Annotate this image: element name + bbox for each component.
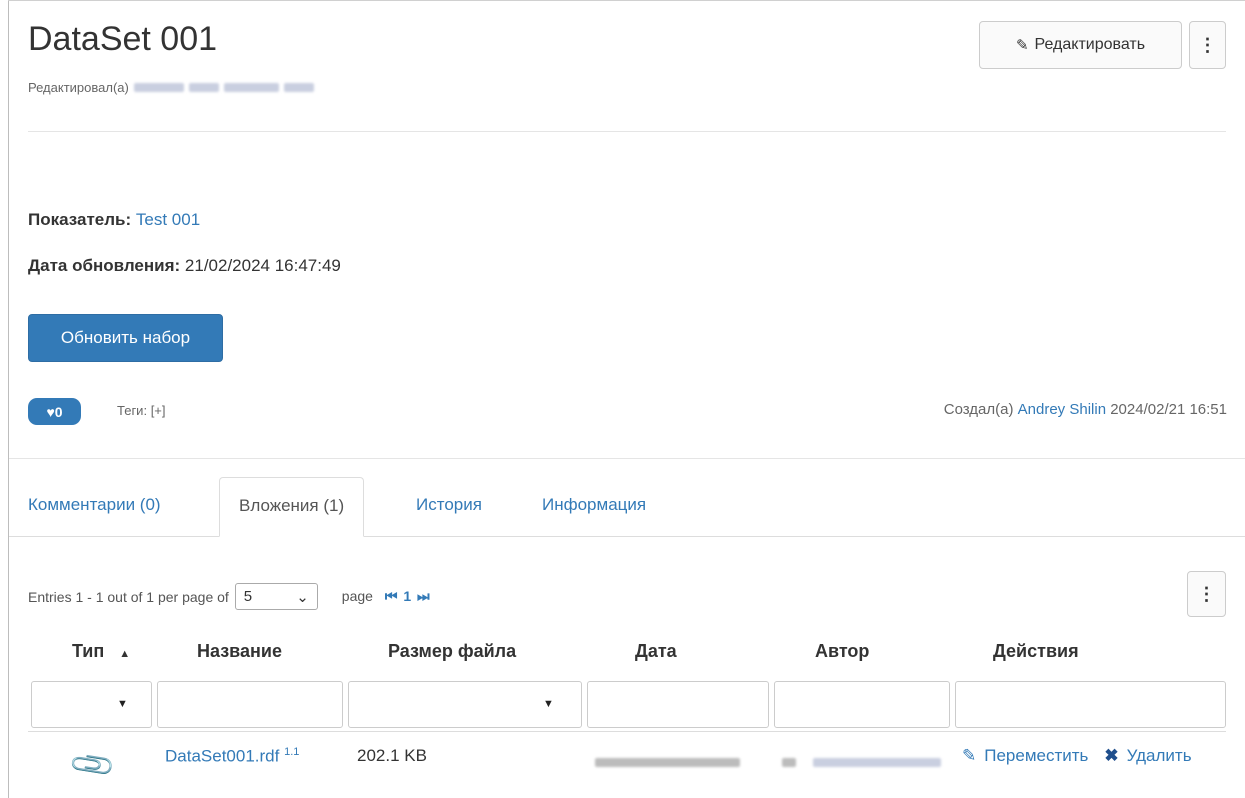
sort-asc-icon: ▲ bbox=[119, 648, 131, 660]
move-label: Переместить bbox=[984, 746, 1089, 765]
per-page-select[interactable]: 5 ⌄ bbox=[234, 583, 318, 610]
file-date-blurred bbox=[595, 752, 740, 772]
divider bbox=[28, 131, 1226, 132]
heart-icon: ♥ bbox=[46, 403, 55, 420]
date-filter-input[interactable] bbox=[587, 681, 769, 728]
delete-icon: ✖ bbox=[1104, 746, 1119, 765]
author-filter-input[interactable] bbox=[774, 681, 950, 728]
updated-label: Дата обновления: bbox=[28, 256, 181, 275]
tab-comments[interactable]: Комментарии (0) bbox=[28, 495, 161, 515]
size-filter-select[interactable]: ▼ bbox=[348, 681, 582, 728]
page-label: page bbox=[341, 588, 373, 604]
indicator-label: Показатель: bbox=[28, 210, 132, 229]
edit-button[interactable]: ✎ Редактировать bbox=[979, 21, 1182, 69]
chevron-down-icon: ⌄ bbox=[296, 588, 309, 606]
pager: page ⏮ 1 ⏭ bbox=[342, 588, 430, 605]
delete-action[interactable]: ✖ Удалить bbox=[1104, 746, 1199, 765]
type-filter-select[interactable]: ▼ bbox=[31, 681, 152, 728]
column-header-actions: Действия bbox=[993, 641, 1079, 661]
last-page-icon[interactable]: ⏭ bbox=[417, 588, 430, 604]
file-size-cell: 202.1 KB bbox=[357, 746, 427, 765]
column-header-type[interactable]: Тип ▲ bbox=[72, 641, 130, 662]
like-button[interactable]: ♥ 0 bbox=[28, 398, 81, 425]
column-header-size[interactable]: Размер файла bbox=[388, 641, 516, 662]
file-version[interactable]: 1.1 bbox=[284, 746, 299, 758]
file-author-blurred[interactable] bbox=[782, 752, 941, 772]
edited-by: Редактировал(а) bbox=[28, 80, 314, 95]
caret-down-icon: ▼ bbox=[117, 698, 128, 710]
edit-date-blurred bbox=[223, 83, 279, 92]
user-icon bbox=[782, 758, 796, 767]
divider bbox=[9, 458, 1245, 459]
tags: Теги: [+] bbox=[117, 403, 166, 418]
frame-border-top bbox=[8, 0, 1245, 1]
row-actions: ✎ Переместить ✖ Удалить bbox=[962, 746, 1208, 766]
name-filter-input[interactable] bbox=[157, 681, 343, 728]
actions-filter-input[interactable] bbox=[955, 681, 1226, 728]
updated-field: Дата обновления: 21/02/2024 16:47:49 bbox=[28, 256, 341, 276]
file-name-cell: DataSet001.rdf 1.1 bbox=[165, 746, 299, 767]
created-label: Создал(а) bbox=[943, 401, 1014, 418]
page-title: DataSet 001 bbox=[28, 20, 218, 58]
created-date: 2024/02/21 16:51 bbox=[1110, 401, 1227, 418]
tab-history[interactable]: История bbox=[416, 495, 482, 515]
indicator-field: Показатель: Test 001 bbox=[28, 210, 200, 230]
per-page-value: 5 bbox=[243, 588, 253, 605]
kebab-menu-icon: ⋮ bbox=[1197, 583, 1216, 604]
editor-name-blurred[interactable] bbox=[133, 83, 184, 92]
paperclip-icon: 📎 bbox=[67, 740, 118, 791]
delete-label: Удалить bbox=[1126, 746, 1192, 765]
tab-bar: Комментарии (0) Вложения (1) История Инф… bbox=[9, 477, 1245, 537]
like-count: 0 bbox=[54, 403, 63, 420]
updated-value: 21/02/2024 16:47:49 bbox=[184, 256, 341, 275]
tab-attachments[interactable]: Вложения (1) bbox=[219, 477, 365, 537]
row-divider bbox=[28, 731, 1226, 732]
column-header-type-label: Тип bbox=[72, 641, 105, 661]
entries-text: Entries 1 - 1 out of 1 per page of bbox=[28, 588, 229, 605]
edit-time-blurred bbox=[283, 83, 314, 92]
frame-border-left bbox=[8, 0, 9, 798]
kebab-menu-icon: ⋮ bbox=[1198, 34, 1217, 55]
blurred-author bbox=[812, 758, 941, 767]
edit-button-label: Редактировать bbox=[1034, 36, 1146, 53]
tab-bar-border bbox=[9, 536, 1245, 537]
created-by: Создал(а) Andrey Shilin 2024/02/21 16:51 bbox=[944, 401, 1227, 418]
column-header-author[interactable]: Автор bbox=[815, 641, 869, 662]
table-options-button[interactable]: ⋮ bbox=[1187, 571, 1226, 617]
move-action[interactable]: ✎ Переместить bbox=[962, 746, 1096, 765]
add-tag-link[interactable]: [+] bbox=[151, 403, 166, 418]
caret-down-icon: ▼ bbox=[543, 698, 554, 710]
column-header-date[interactable]: Дата bbox=[635, 641, 677, 662]
edited-label: Редактировал(а) bbox=[28, 80, 129, 95]
creator-link[interactable]: Andrey Shilin bbox=[1018, 401, 1106, 418]
indicator-link[interactable]: Test 001 bbox=[136, 210, 200, 229]
current-page[interactable]: 1 bbox=[403, 588, 411, 604]
column-header-name[interactable]: Название bbox=[197, 641, 282, 662]
pencil-icon: ✎ bbox=[1015, 37, 1029, 54]
file-link[interactable]: DataSet001.rdf bbox=[165, 747, 279, 766]
edit-icon: ✎ bbox=[962, 746, 977, 765]
editor-surname-blurred[interactable] bbox=[188, 83, 219, 92]
more-actions-button[interactable]: ⋮ bbox=[1189, 21, 1226, 69]
blurred-date bbox=[595, 758, 740, 767]
pagination-bar: Entries 1 - 1 out of 1 per page of 5 ⌄ p… bbox=[28, 583, 430, 610]
refresh-dataset-button[interactable]: Обновить набор bbox=[28, 314, 223, 362]
first-page-icon[interactable]: ⏮ bbox=[385, 588, 398, 604]
tab-info[interactable]: Информация bbox=[542, 495, 646, 515]
tags-label: Теги: bbox=[117, 403, 148, 418]
